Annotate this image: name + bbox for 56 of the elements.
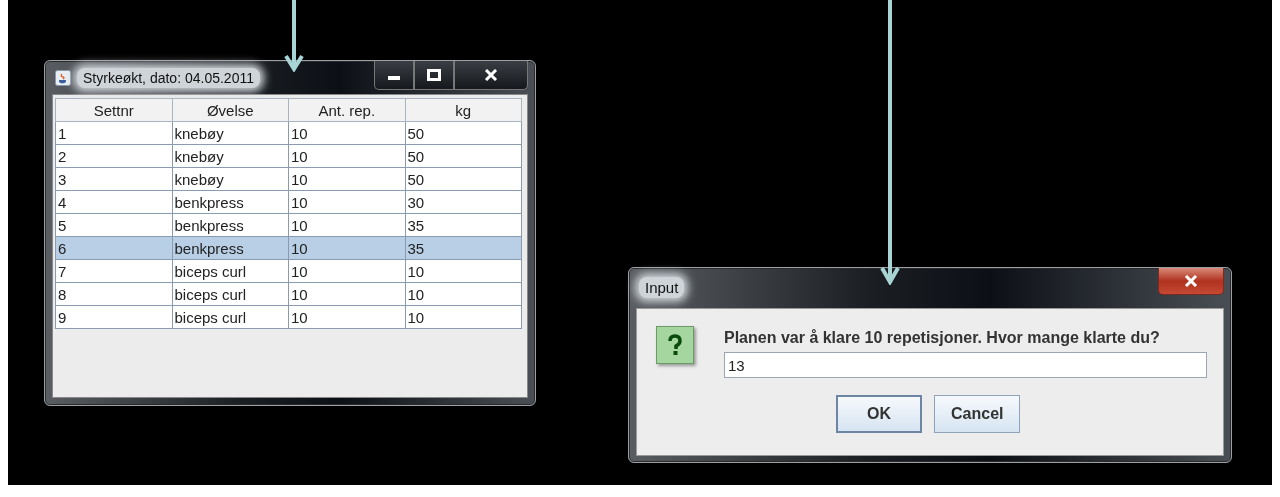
table-cell: biceps curl bbox=[172, 305, 289, 329]
table-cell: 10 bbox=[288, 259, 405, 283]
table-cell: 10 bbox=[288, 190, 405, 214]
close-icon bbox=[484, 69, 498, 81]
column-header[interactable]: Settnr bbox=[55, 98, 172, 122]
minimize-button[interactable] bbox=[374, 61, 414, 90]
table-cell: benkpress bbox=[172, 236, 289, 260]
close-button[interactable] bbox=[454, 61, 528, 90]
table-cell: biceps curl bbox=[172, 259, 289, 283]
question-icon bbox=[656, 326, 694, 364]
input-field[interactable]: 13 bbox=[724, 352, 1207, 378]
table-cell: 3 bbox=[55, 167, 172, 191]
table-cell: 35 bbox=[405, 213, 522, 237]
table-cell: 10 bbox=[288, 213, 405, 237]
column-header[interactable]: Øvelse bbox=[172, 98, 289, 122]
table-cell: 50 bbox=[405, 121, 522, 145]
table-cell: 10 bbox=[288, 305, 405, 329]
table-cell: 7 bbox=[55, 259, 172, 283]
table-cell: 2 bbox=[55, 144, 172, 168]
table-cell: 6 bbox=[55, 236, 172, 260]
table-cell: biceps curl bbox=[172, 282, 289, 306]
maximize-button[interactable] bbox=[414, 61, 454, 90]
maximize-icon bbox=[427, 69, 441, 81]
table-cell: 5 bbox=[55, 213, 172, 237]
window-title: Styrkeøkt, dato: 04.05.2011 bbox=[77, 67, 260, 88]
table-cell: 35 bbox=[405, 236, 522, 260]
table-cell: knebøy bbox=[172, 144, 289, 168]
table-cell: knebøy bbox=[172, 121, 289, 145]
coffee-cup-icon bbox=[55, 69, 71, 86]
table-cell: benkpress bbox=[172, 213, 289, 237]
close-button[interactable] bbox=[1158, 268, 1224, 295]
dialog-button[interactable]: Cancel bbox=[934, 395, 1021, 433]
table-cell: 10 bbox=[288, 121, 405, 145]
table-cell: 10 bbox=[288, 282, 405, 306]
table-cell: 10 bbox=[405, 259, 522, 283]
table-cell: 50 bbox=[405, 167, 522, 191]
column-header[interactable]: Ant. rep. bbox=[288, 98, 405, 122]
table-cell: benkpress bbox=[172, 190, 289, 214]
table-cell: 8 bbox=[55, 282, 172, 306]
table-cell: 10 bbox=[288, 236, 405, 260]
table-cell: 10 bbox=[288, 167, 405, 191]
table-cell: 50 bbox=[405, 144, 522, 168]
close-icon bbox=[1183, 275, 1199, 287]
table-cell: knebøy bbox=[172, 167, 289, 191]
window-title: Input bbox=[639, 276, 685, 298]
arrow bbox=[284, 0, 304, 72]
table-cell: 10 bbox=[405, 282, 522, 306]
table-cell: 30 bbox=[405, 190, 522, 214]
table-cell: 10 bbox=[405, 305, 522, 329]
column-header[interactable]: kg bbox=[405, 98, 522, 122]
table-cell: 1 bbox=[55, 121, 172, 145]
table-cell: 4 bbox=[55, 190, 172, 214]
dialog-button[interactable]: OK bbox=[836, 395, 922, 433]
dialog-message: Planen var å klare 10 repetisjoner. Hvor mange klarte du? bbox=[724, 329, 1161, 347]
table-cell: 10 bbox=[288, 144, 405, 168]
table-cell: 9 bbox=[55, 305, 172, 329]
